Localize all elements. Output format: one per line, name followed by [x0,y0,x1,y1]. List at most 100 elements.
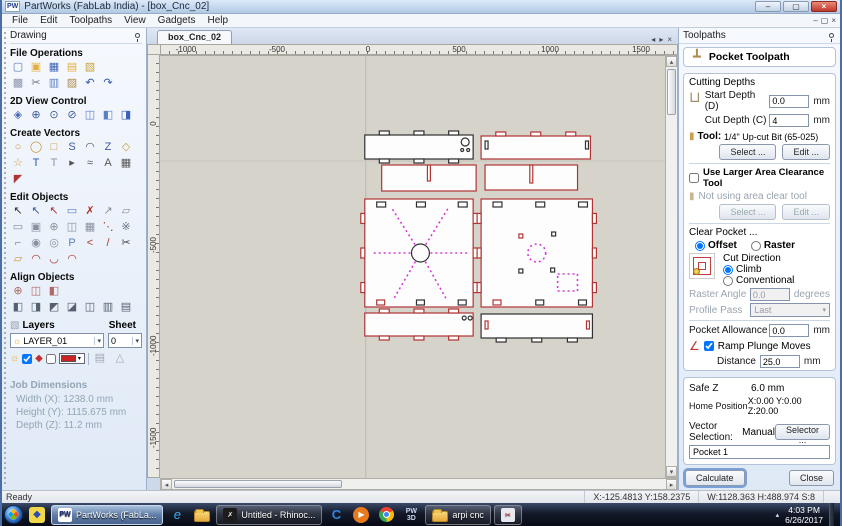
snipping-tool-button[interactable]: ✂ [493,504,522,525]
horizontal-scroll-thumb[interactable] [174,480,342,488]
climb-radio[interactable] [723,264,733,275]
tab-box-cnc-02[interactable]: box_Cnc_02 [157,30,233,44]
selector-button[interactable]: Selector ... [774,424,830,445]
text-box-icon[interactable]: T [46,156,62,171]
new-file-icon[interactable]: ▢ [10,60,26,75]
larger-area-clearance-checkbox[interactable] [689,173,699,183]
draw-ellipse-icon[interactable]: ◯ [28,140,44,155]
redo-icon[interactable]: ↷ [100,76,116,91]
fillet-tool-icon[interactable]: ⌐ [10,236,26,251]
show-desktop-button[interactable] [829,503,834,526]
select-tool-icon[interactable]: ↖ [10,204,26,219]
layer-lock-icon[interactable]: ◆ [35,352,43,366]
nesting-tool-icon[interactable]: ※ [118,220,134,235]
move-to-layer-icon[interactable]: △ [112,351,128,366]
node-edit-icon[interactable]: ↖ [28,204,44,219]
fit-arc-icon-1[interactable]: ◠ [28,252,44,267]
menu-gadgets[interactable]: Gadgets [152,15,202,26]
profile-pass-select[interactable]: Last ▾ [750,303,830,317]
taskbar-arpi-cnc-button[interactable]: arpi cnc [425,504,491,525]
explorer-folder-icon[interactable] [191,505,213,525]
tool-select-button[interactable]: Select ... [719,144,777,160]
c-app-icon[interactable]: C [325,505,347,525]
menu-help[interactable]: Help [201,15,234,26]
media-player-icon[interactable]: ▶ [350,505,372,525]
close-button[interactable]: × [811,1,837,12]
align-bottom-icon[interactable]: ◪ [64,300,80,315]
copy-to-sheet-icon[interactable]: ▤ [92,351,108,366]
pin-icon[interactable] [135,33,140,42]
draw-star-icon[interactable]: ☆ [10,156,26,171]
measure-tool-icon[interactable]: ▭ [64,204,80,219]
ramp-plunge-checkbox[interactable] [703,341,714,351]
draw-polyline-icon[interactable]: Z [100,140,116,155]
space-evenly-icon[interactable]: ▤ [118,300,134,315]
interpolate-icon[interactable]: P [64,236,80,251]
draw-arc-icon[interactable]: ◠ [82,140,98,155]
tab-next-button[interactable]: ▸ [659,35,663,44]
calculate-button[interactable]: Calculate [683,468,747,488]
menu-toolpaths[interactable]: Toolpaths [63,15,118,26]
center-x-icon[interactable]: ◫ [28,284,44,299]
zoom-window-icon[interactable]: ⊙ [46,108,62,123]
menu-edit[interactable]: Edit [34,15,63,26]
mdi-minimize-button[interactable]: – [813,16,817,26]
close-panel-button[interactable]: Close [788,470,834,486]
scale-tool-icon[interactable]: ▣ [28,220,44,235]
zoom-fit-icon[interactable]: ◧ [100,108,116,123]
start-depth-input[interactable] [769,94,810,108]
start-button[interactable] [4,505,23,524]
align-center-h-icon[interactable]: ◫ [82,300,98,315]
align-left-icon[interactable]: ◧ [10,300,26,315]
switch-3d-view-icon[interactable]: ◨ [118,108,134,123]
text-on-curve-icon[interactable]: ≈ [82,156,98,171]
offset-radio[interactable] [695,240,705,251]
center-tool-icon[interactable]: ⊕ [46,220,62,235]
center-y-icon[interactable]: ◧ [46,284,62,299]
delete-tool-icon[interactable]: ✗ [82,204,98,219]
paste-icon[interactable]: ▨ [64,76,80,91]
mdi-close-button[interactable]: × [831,16,836,26]
close-vector-icon[interactable]: ▱ [10,252,26,267]
layer-color-swatch[interactable]: ▾ [58,353,85,364]
draw-text-icon[interactable]: T [28,156,44,171]
transform-tool-icon[interactable]: ↖ [46,204,62,219]
tab-prev-button[interactable]: ◂ [651,35,655,44]
mdi-restore-button[interactable]: ▢ [821,16,829,26]
align-top-icon[interactable]: ◩ [46,300,62,315]
layer-visibility-icon[interactable]: ☼ [10,352,19,366]
system-tray[interactable]: ▴ 4:03 PM 6/26/2017 [776,503,838,526]
draw-spline-icon[interactable]: S [64,140,80,155]
scroll-left-icon[interactable]: ◂ [161,478,172,490]
menu-file[interactable]: File [6,15,34,26]
layer-visible-checkbox[interactable] [22,353,33,364]
job-setup-icon[interactable]: ▩ [10,76,26,91]
align-center-v-icon[interactable]: ▥ [100,300,116,315]
layer-lock-checkbox[interactable] [45,353,56,364]
menu-view[interactable]: View [118,15,152,26]
subtract-vectors-icon[interactable]: ◎ [46,236,62,251]
mirror-tool-icon[interactable]: ◫ [64,220,80,235]
knife-tool-icon[interactable]: ✂ [118,236,134,251]
export-vectors-icon[interactable]: ▧ [82,60,98,75]
minimize-button[interactable]: – [755,1,781,12]
join-vectors-icon[interactable]: ⋱ [100,220,116,235]
sheet-select[interactable]: 0 ▾ [108,333,142,348]
edit-text-icon[interactable]: ▸ [64,156,80,171]
cut-depth-input[interactable] [769,114,810,127]
scroll-up-icon[interactable]: ▴ [666,56,677,67]
internet-explorer-icon[interactable]: e [166,505,188,525]
extend-vectors-icon[interactable]: / [100,236,116,251]
zoom-interactive-icon[interactable]: ⊕ [28,108,44,123]
scroll-down-icon[interactable]: ▾ [666,466,677,477]
pan-icon[interactable]: ◈ [10,108,26,123]
dimension-icon[interactable]: ◤ [10,172,26,187]
vertical-scrollbar[interactable]: ▴ ▾ [665,55,678,478]
center-in-material-icon[interactable]: ⊕ [10,284,26,299]
chrome-icon[interactable] [375,505,397,525]
pick-tool-icon[interactable]: ↗ [100,204,116,219]
draw-rectangle-icon[interactable]: □ [46,140,62,155]
selection-frame-icon[interactable]: ▱ [118,204,134,219]
clearance-select-button[interactable]: Select ... [719,204,777,220]
horizontal-scrollbar[interactable]: ◂ ▸ [160,478,678,490]
